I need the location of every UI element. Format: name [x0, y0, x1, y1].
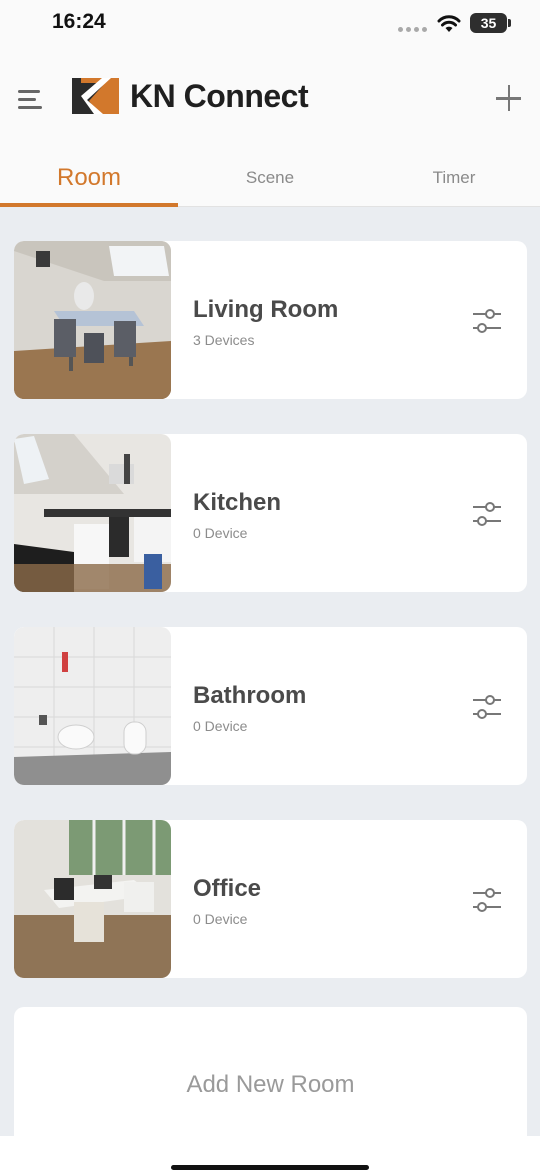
room-name: Bathroom: [193, 682, 307, 709]
home-indicator: [171, 1165, 369, 1170]
wifi-icon: [437, 15, 461, 32]
room-card-bathroom[interactable]: Bathroom 0 Device: [14, 627, 527, 785]
room-card-office[interactable]: Office 0 Device: [14, 820, 527, 978]
status-time: 16:24: [52, 10, 106, 33]
app-title: KN Connect: [130, 78, 309, 114]
app-bar: KN Connect: [0, 56, 540, 140]
hamburger-icon-line: [18, 98, 36, 101]
menu-button[interactable]: [14, 82, 50, 114]
cellular-signal-icon: [398, 27, 427, 32]
battery-cap: [508, 19, 511, 27]
room-photo: [14, 627, 171, 785]
room-card-kitchen[interactable]: Kitchen 0 Device: [14, 434, 527, 592]
hamburger-icon-line: [18, 90, 40, 93]
room-device-count: 0 Device: [193, 718, 248, 734]
header: 16:24 35 KN Connect Room Scene Timer: [0, 0, 540, 207]
kn-logo-icon: [72, 78, 119, 114]
room-photo: [14, 241, 171, 399]
add-new-room-label: Add New Room: [186, 1071, 355, 1098]
room-photo: [14, 820, 171, 978]
status-bar: 16:24 35: [0, 0, 540, 48]
room-name: Living Room: [193, 296, 339, 323]
room-name: Kitchen: [193, 489, 282, 516]
room-device-count: 3 Devices: [193, 332, 255, 348]
room-card-living-room[interactable]: Living Room 3 Devices: [14, 241, 527, 399]
room-photo: [14, 434, 171, 592]
sliders-icon[interactable]: [469, 496, 505, 532]
battery-level: 35: [480, 15, 497, 31]
add-button[interactable]: [490, 84, 528, 114]
room-device-count: 0 Device: [193, 911, 248, 927]
sliders-icon[interactable]: [469, 882, 505, 918]
tab-indicator: [0, 203, 178, 207]
battery-icon: 35: [470, 13, 507, 33]
hamburger-icon-line: [18, 106, 42, 109]
tab-timer[interactable]: Timer: [365, 148, 540, 207]
room-device-count: 0 Device: [193, 525, 248, 541]
sliders-icon[interactable]: [469, 689, 505, 725]
room-name: Office: [193, 875, 262, 902]
tab-bar: Room Scene Timer: [0, 148, 540, 207]
tab-scene[interactable]: Scene: [181, 148, 359, 207]
sliders-icon[interactable]: [469, 303, 505, 339]
tab-room[interactable]: Room: [0, 148, 178, 207]
